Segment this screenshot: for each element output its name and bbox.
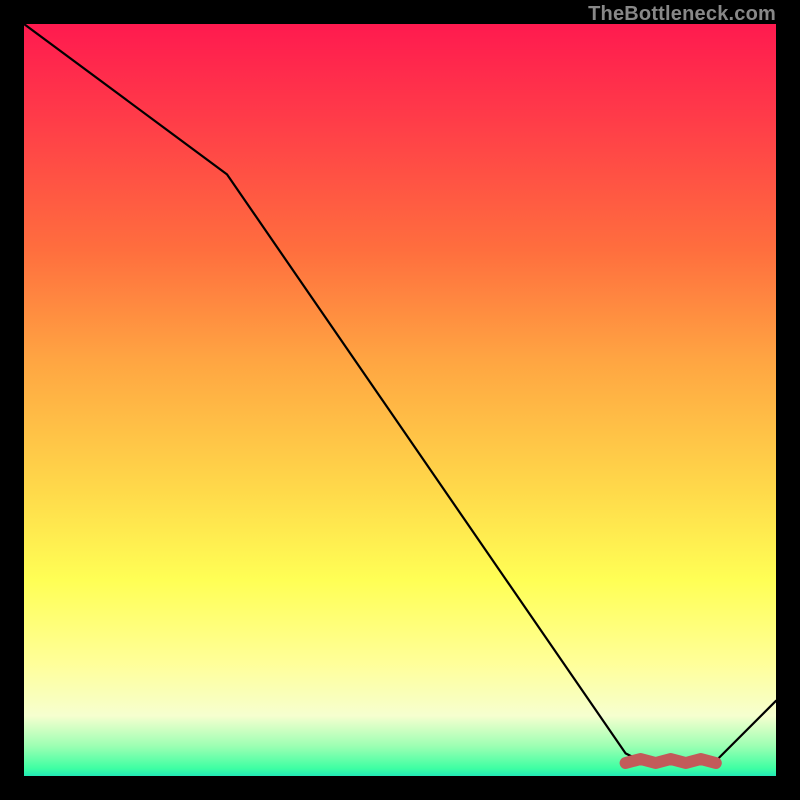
main-curve <box>24 24 776 761</box>
attribution-label: TheBottleneck.com <box>588 3 776 26</box>
plot-area <box>24 24 776 776</box>
chart-stage: TheBottleneck.com <box>0 0 800 800</box>
chart-overlay <box>24 24 776 776</box>
flat-marker <box>626 759 716 763</box>
